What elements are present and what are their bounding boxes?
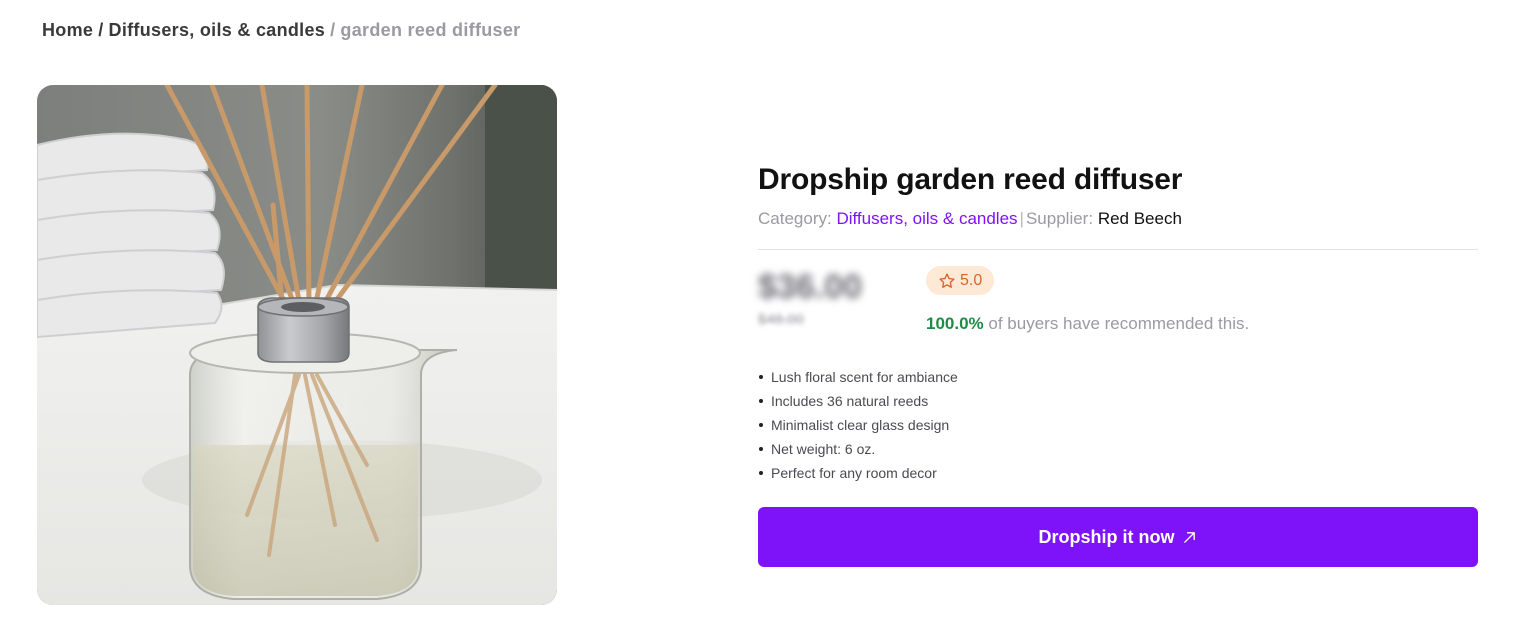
rating-badge: 5.0 — [926, 266, 995, 295]
supplier-name: Red Beech — [1097, 209, 1182, 228]
breadcrumb: Home / Diffusers, oils & candles / garden re… — [42, 20, 520, 41]
reed-diffuser-photo — [37, 85, 557, 605]
feature-list: Lush floral scent for ambiance Includes … — [758, 365, 1478, 485]
breadcrumb-category-link[interactable]: Diffusers, oils & candles — [109, 20, 326, 40]
product-title: Dropship garden reed diffuser — [758, 163, 1183, 196]
dropship-button-label: Dropship it now — [1038, 526, 1175, 547]
feature-text: Includes 36 natural reeds — [771, 393, 929, 409]
feature-text: Perfect for any room decor — [771, 465, 937, 481]
supplier-label: Supplier: — [1025, 209, 1094, 228]
bullet-icon — [759, 399, 763, 403]
list-item: Net weight: 6 oz. — [758, 437, 1478, 461]
old-price-blurred: $48.00 — [758, 311, 804, 328]
rating-value: 5.0 — [960, 271, 983, 289]
bullet-icon — [759, 423, 763, 427]
list-item: Includes 36 natural reeds — [758, 389, 1478, 413]
price-blurred: $36.00 — [758, 268, 862, 306]
category-link[interactable]: Diffusers, oils & candles — [836, 209, 1017, 228]
feature-text: Net weight: 6 oz. — [771, 441, 876, 457]
product-info: Dropship garden reed diffuser Category: … — [758, 163, 1478, 567]
product-image — [37, 85, 557, 605]
list-item: Minimalist clear glass design — [758, 413, 1478, 437]
product-meta: Category: Diffusers, oils & candles | Supp… — [758, 209, 1478, 229]
bullet-icon — [759, 447, 763, 451]
breadcrumb-home-link[interactable]: Home — [42, 20, 93, 40]
recommend-percent: 100.0% — [926, 314, 984, 333]
recommend-text: of buyers have recommended this. — [988, 314, 1250, 333]
feature-text: Minimalist clear glass design — [771, 417, 950, 433]
arrow-up-right-icon — [1182, 530, 1197, 545]
bullet-icon — [759, 471, 763, 475]
price-row: $36.00 $48.00 5.0 100.0% of buyers have … — [758, 250, 1478, 342]
bullet-icon — [759, 375, 763, 379]
star-outline-icon — [938, 272, 956, 290]
breadcrumb-separator: / — [98, 20, 104, 40]
meta-divider: | — [1019, 209, 1024, 228]
list-item: Lush floral scent for ambiance — [758, 365, 1478, 389]
breadcrumb-separator: / — [330, 20, 336, 40]
feature-text: Lush floral scent for ambiance — [771, 369, 958, 385]
dropship-button[interactable]: Dropship it now — [758, 507, 1478, 567]
recommendation: 100.0% of buyers have recommended this. — [926, 314, 1249, 334]
category-label: Category: — [758, 209, 832, 228]
breadcrumb-current: garden reed diffuser — [340, 20, 521, 40]
list-item: Perfect for any room decor — [758, 461, 1478, 485]
